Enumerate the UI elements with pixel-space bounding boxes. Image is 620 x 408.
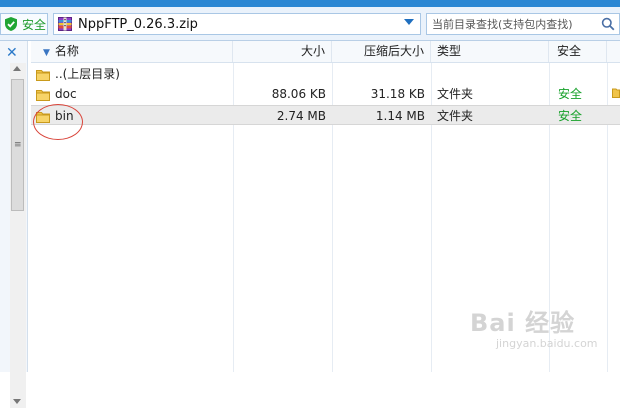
scroll-up-icon[interactable] bbox=[13, 66, 21, 71]
folder-icon bbox=[612, 88, 620, 98]
close-icon[interactable]: ✕ bbox=[6, 46, 18, 60]
grip-icon: ≡ bbox=[14, 140, 22, 150]
archive-path-text: NppFTP_0.26.3.zip bbox=[78, 16, 198, 32]
shield-check-icon bbox=[5, 17, 17, 31]
scrollbar-thumb[interactable]: ≡ bbox=[11, 79, 24, 211]
folder-icon bbox=[36, 89, 50, 101]
search-input[interactable] bbox=[430, 16, 600, 32]
folder-icon bbox=[36, 69, 50, 81]
file-compressed-size: 31.18 KB bbox=[370, 87, 425, 101]
title-strip bbox=[0, 0, 620, 7]
list-item-bin[interactable]: bin 2.74 MB 1.14 MB 文件夹 安全 bbox=[31, 105, 620, 125]
column-header-overflow[interactable] bbox=[607, 41, 620, 62]
column-header-size[interactable]: 大小 bbox=[233, 41, 332, 62]
watermark-url: jingyan.baidu.com bbox=[496, 337, 598, 350]
file-name: ..(上层目录) bbox=[55, 67, 120, 81]
file-name: doc bbox=[55, 87, 77, 101]
list-item-doc[interactable]: doc 88.06 KB 31.18 KB 文件夹 安全 bbox=[31, 84, 620, 104]
list-item-parent-dir[interactable]: ..(上层目录) bbox=[31, 64, 620, 84]
annotation-circle bbox=[33, 104, 83, 140]
scroll-down-icon[interactable] bbox=[13, 399, 21, 404]
safe-badge[interactable]: 安全 bbox=[0, 13, 48, 35]
file-safety-status: 安全 bbox=[558, 87, 583, 101]
safe-label: 安全 bbox=[22, 17, 47, 32]
column-header-safety[interactable]: 安全 bbox=[549, 41, 607, 62]
file-name-cell: ..(上层目录) bbox=[36, 64, 120, 84]
vertical-scrollbar[interactable]: ≡ bbox=[10, 63, 26, 408]
file-size: 88.06 KB bbox=[271, 87, 326, 101]
sort-down-icon: ▼ bbox=[43, 48, 50, 58]
column-header-type[interactable]: 类型 bbox=[431, 41, 549, 62]
column-header-name[interactable]: ▼ 名称 bbox=[31, 41, 233, 62]
watermark: Bai 经验 jingyan.baidu.com bbox=[470, 303, 598, 350]
file-safety-status: 安全 bbox=[558, 109, 583, 123]
file-compressed-size: 1.14 MB bbox=[375, 109, 425, 123]
file-size: 2.74 MB bbox=[276, 109, 326, 123]
left-panel: ✕ ≡ bbox=[0, 41, 28, 408]
file-type: 文件夹 bbox=[437, 87, 474, 101]
search-box[interactable] bbox=[426, 13, 620, 35]
dropdown-arrow-icon[interactable] bbox=[404, 19, 414, 25]
file-list-header: ▼ 名称 大小 压缩后大小 类型 安全 bbox=[31, 41, 620, 63]
file-name-cell: doc bbox=[36, 84, 77, 104]
search-icon[interactable] bbox=[601, 17, 615, 31]
column-header-compressed-size[interactable]: 压缩后大小 bbox=[332, 41, 431, 62]
watermark-logo: Bai 经验 bbox=[470, 309, 576, 337]
file-overflow-icon bbox=[612, 84, 620, 104]
file-type: 文件夹 bbox=[437, 109, 474, 123]
archive-path-combobox[interactable]: NppFTP_0.26.3.zip bbox=[53, 13, 421, 35]
column-header-name-label: 名称 bbox=[54, 44, 79, 58]
zip-archive-icon bbox=[58, 17, 72, 31]
address-toolbar: 安全 NppFTP_0.26.3.zip bbox=[0, 7, 620, 41]
